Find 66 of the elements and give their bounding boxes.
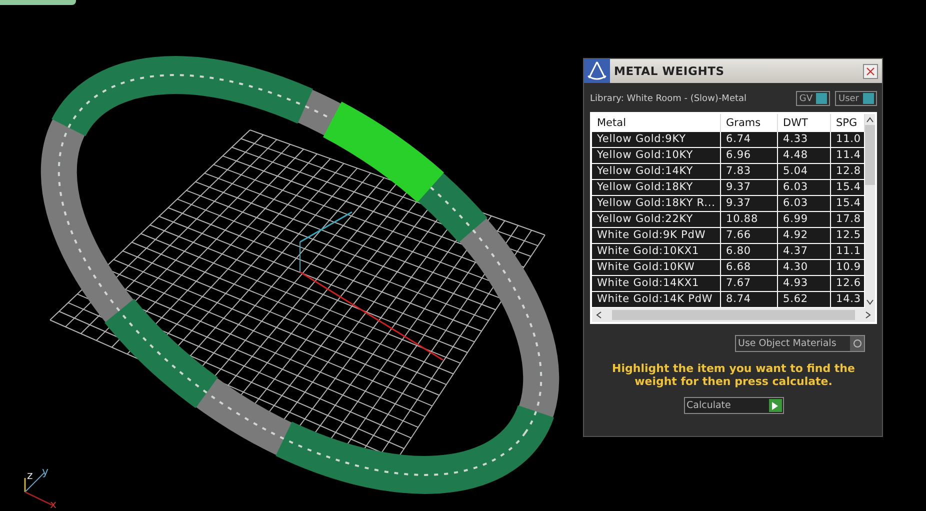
vertical-scrollbar[interactable] [865,114,875,308]
table-cell[interactable]: White Gold:10KW [592,260,721,276]
table-cell[interactable]: 4.30 [778,260,831,276]
table-cell[interactable]: 4.93 [778,276,831,292]
table-cell[interactable]: 12.5 [831,228,865,244]
table-cell[interactable]: Yellow Gold:18KY [592,180,721,196]
library-label: Library: White Room - (Slow)-Metal [590,94,748,104]
table-cell[interactable]: 4.92 [778,228,831,244]
circle-icon [852,339,862,348]
close-icon [866,66,875,76]
table-cell[interactable]: White Gold:9K PdW [592,228,721,244]
table-cell[interactable]: 5.62 [778,292,831,308]
table-cell[interactable]: 4.48 [778,148,831,164]
table-cell[interactable]: 9.37 [721,180,778,196]
close-button[interactable] [863,64,878,78]
table-cell[interactable]: White Gold:10KX1 [592,244,721,260]
table-cell[interactable]: 12.8 [831,164,865,180]
table-cell[interactable]: Yellow Gold:22KY [592,212,721,228]
window-title: METAL WEIGHTS [614,64,726,78]
toggle-button[interactable]: User [835,91,877,106]
table-cell[interactable]: 5.04 [778,164,831,180]
play-icon [772,402,778,410]
table-cell[interactable]: 11.4 [831,148,865,164]
table-cell[interactable]: White Gold:14K PdW [592,292,721,308]
axis-label: x [50,498,57,511]
table-cell[interactable]: 7.67 [721,276,778,292]
table-cell[interactable]: 8.74 [721,292,778,308]
calculate-button[interactable]: Calculate [684,397,784,414]
table-cell[interactable]: Yellow Gold:9KY [592,132,721,148]
table-cell[interactable]: 6.74 [721,132,778,148]
table-cell[interactable]: 6.03 [778,180,831,196]
table-cell[interactable]: Yellow Gold:18KY R... [592,196,721,212]
app-logo-icon [584,59,610,83]
table-cell[interactable]: 11.0 [831,132,865,148]
axis-label: y [42,465,49,478]
table-cell[interactable]: 7.66 [721,228,778,244]
table-cell[interactable]: 6.68 [721,260,778,276]
table-cell[interactable]: 17.8 [831,212,865,228]
scroll-up-icon [866,117,874,123]
table-cell[interactable]: 15.4 [831,196,865,212]
table-cell[interactable]: 6.99 [778,212,831,228]
table-cell[interactable]: 6.80 [721,244,778,260]
table-cell[interactable]: 7.83 [721,164,778,180]
toggle-button[interactable]: GV [796,91,830,106]
table-cell[interactable]: 10.9 [831,260,865,276]
table-cell[interactable]: 10.88 [721,212,778,228]
viewport-tab[interactable] [0,0,76,5]
scroll-right-icon [865,311,871,319]
table-cell[interactable]: 14.3 [831,292,865,308]
table-cell[interactable]: 4.33 [778,132,831,148]
table-cell[interactable]: 6.96 [721,148,778,164]
instruction-text: Highlight the item you want to find the weight for then press calculate. [611,362,856,388]
table-cell[interactable]: 12.6 [831,276,865,292]
scroll-left-icon [596,311,602,319]
scroll-down-icon [866,299,874,305]
materials-dropdown[interactable]: Use Object Materials [735,335,865,352]
table-cell[interactable]: 9.37 [721,196,778,212]
table-cell[interactable]: 11.1 [831,244,865,260]
table-cell[interactable]: 15.4 [831,180,865,196]
table-cell[interactable]: White Gold:14KX1 [592,276,721,292]
axis-label: z [27,469,33,482]
table-cell[interactable]: Yellow Gold:14KY [592,164,721,180]
table-cell[interactable]: 4.37 [778,244,831,260]
table-cell[interactable]: Yellow Gold:10KY [592,148,721,164]
horizontal-scrollbar[interactable] [592,308,875,322]
table-cell[interactable]: 6.03 [778,196,831,212]
